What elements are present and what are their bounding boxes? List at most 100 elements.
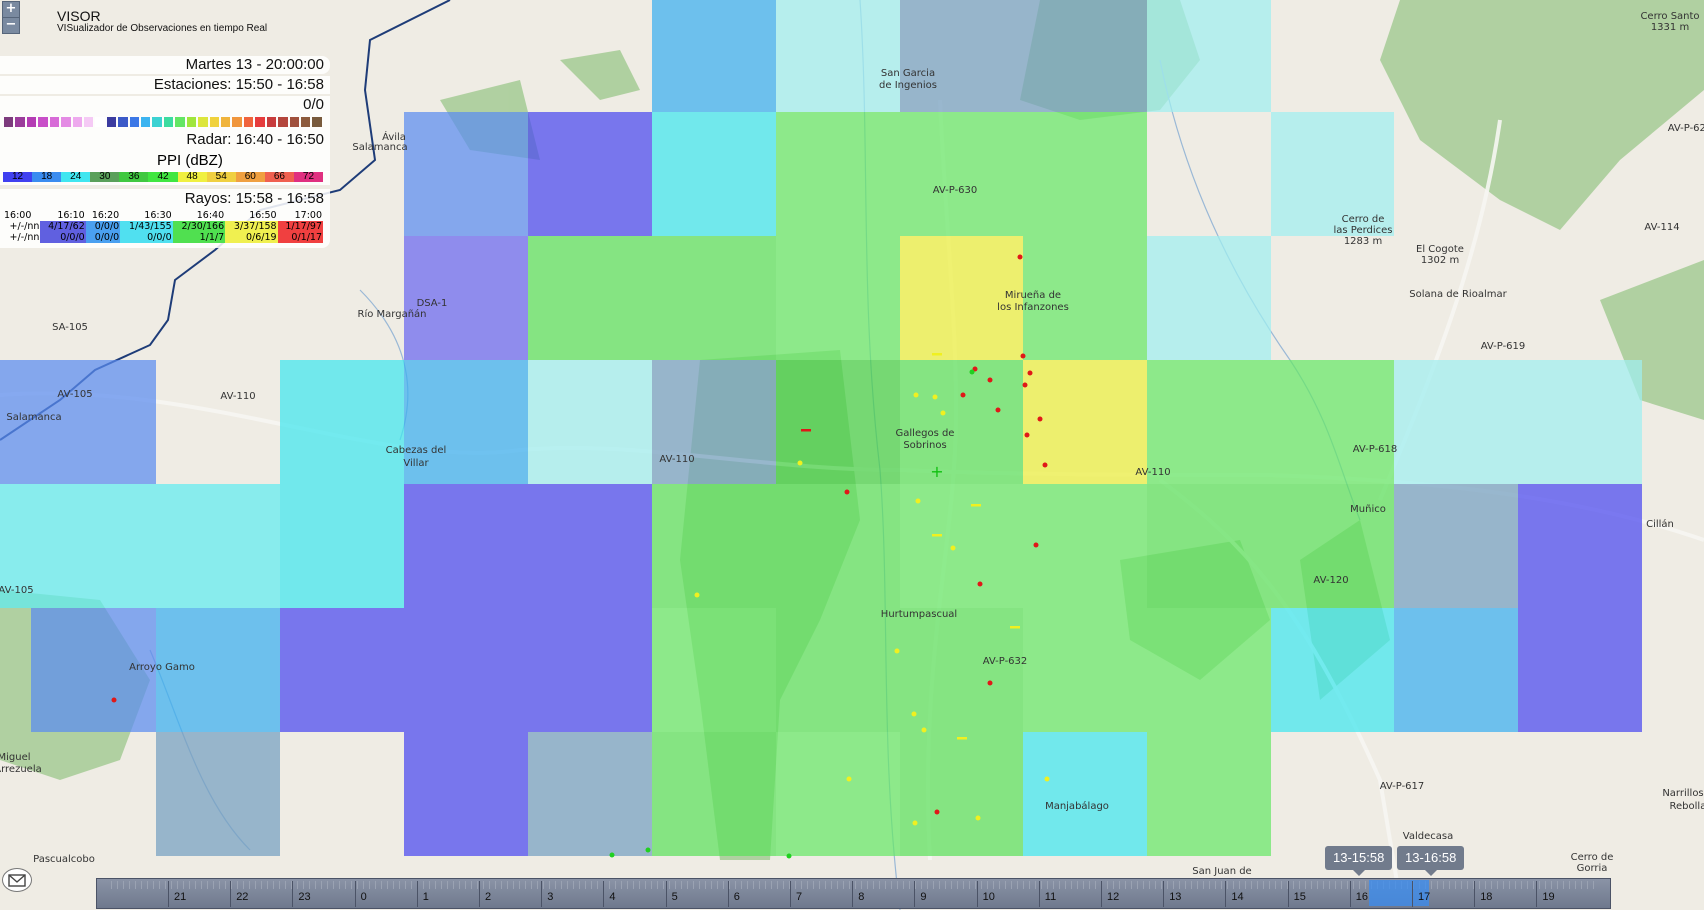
timeline-major-tick	[1474, 881, 1476, 907]
lightning-marker	[940, 410, 946, 416]
map-place-label: AV-P-630	[933, 185, 978, 196]
map-place-label: Gorria	[1577, 863, 1608, 874]
timeline-tick-label: 17	[1418, 891, 1431, 903]
lightning-marker	[950, 545, 956, 551]
lightning-negative-marker	[1010, 626, 1020, 629]
radar-cell	[1147, 236, 1271, 360]
lightning-positive-marker	[969, 369, 975, 375]
radar-cell	[1147, 608, 1271, 732]
station-scale-swatch	[232, 117, 242, 127]
station-scale-swatch	[61, 117, 71, 127]
radar-cell	[1147, 484, 1271, 608]
lightning-positive-marker	[645, 847, 651, 853]
rayos-time-row: 16:00 16:10 16:20 16:30 16:40 16:50 17:0…	[3, 210, 323, 221]
lightning-negative-marker	[1022, 382, 1028, 388]
radar-scale-swatch: 36	[119, 172, 149, 182]
lightning-marker	[797, 460, 803, 466]
radar-cell	[528, 112, 652, 236]
rayos-cell: 1/43/155	[120, 221, 173, 232]
timeline-tick-label: 23	[298, 891, 311, 903]
radar-cell	[528, 608, 652, 732]
map-place-label: de Ingenios	[879, 80, 937, 91]
radar-color-scale: 12 18 24 30 36 42 48 54 60 66 72	[3, 172, 324, 182]
timeline-major-tick	[665, 881, 667, 907]
radar-scale-swatch: 12	[3, 172, 33, 182]
map-place-label: Cillán	[1646, 518, 1674, 530]
stations-label: Estaciones: 15:50 - 16:58	[0, 76, 330, 94]
station-scale-swatch	[221, 117, 231, 127]
radar-cell	[1023, 0, 1147, 112]
lightning-negative-marker	[934, 809, 940, 815]
rayos-cell: 1/17/97	[277, 221, 323, 232]
stations-color-scale	[3, 117, 323, 127]
timeline-major-tick	[1349, 881, 1351, 907]
map-place-label: Gallegos de	[896, 428, 955, 439]
radar-scale-swatch: 72	[293, 172, 324, 182]
timeline-slider[interactable]: 21 22 23 0 1 2 3 4 5 6 7 8 9 10 11 12 13 14 15 16 17 18 19	[96, 878, 1611, 909]
ppi-label: PPI (dBZ)	[157, 152, 223, 169]
station-scale-swatch	[300, 117, 311, 127]
app-title: VISOR	[57, 8, 101, 24]
rayos-time: 16:50	[249, 210, 277, 221]
radar-cell	[404, 608, 528, 732]
radar-cell	[156, 732, 280, 856]
timeline-end-tooltip: 13-16:58	[1397, 846, 1465, 876]
map-place-label: Muñico	[1350, 504, 1386, 515]
rayos-time: 16:20	[91, 210, 120, 221]
map-place-label: SA-105	[52, 322, 88, 333]
lightning-positive-marker	[786, 853, 792, 859]
radar-cell	[776, 112, 900, 236]
map-place-label: Rebollar	[1670, 801, 1704, 812]
lightning-marker	[912, 820, 918, 826]
zoom-out-button[interactable]: −	[2, 17, 20, 34]
radar-cell	[1271, 484, 1394, 608]
lightning-negative-marker	[1033, 542, 1039, 548]
timeline-major-tick	[1225, 881, 1227, 907]
timeline-tick-label: 16	[1355, 891, 1369, 903]
map-place-label: Mirueña de	[1005, 290, 1061, 301]
map-place-label: AV-120	[1313, 575, 1348, 586]
lightning-negative-marker	[957, 737, 967, 740]
map-place-label: AV-110	[1135, 467, 1170, 478]
station-scale-swatch	[26, 117, 37, 127]
timeline-tick-label: 6	[733, 891, 740, 903]
map-place-label: Salamanca	[352, 142, 407, 153]
map-place-label: 1302 m	[1421, 255, 1459, 266]
station-scale-swatch	[141, 117, 151, 127]
lightning-marker	[911, 711, 917, 717]
mail-icon[interactable]	[2, 868, 32, 892]
rayos-table: 16:00 16:10 16:20 16:30 16:40 16:50 17:0…	[3, 210, 323, 243]
lightning-negative-marker	[801, 429, 811, 432]
radar-cell	[1271, 608, 1394, 732]
lightning-marker	[694, 592, 700, 598]
timeline-tick-label: 12	[1107, 891, 1120, 903]
map-place-label: AV-110	[659, 454, 694, 465]
zoom-in-button[interactable]: +	[2, 1, 20, 18]
radar-cell	[1147, 360, 1271, 484]
timeline-tick-label: 7	[796, 891, 803, 903]
rayos-cell: 0/0/0	[85, 232, 121, 243]
station-scale-swatch	[83, 117, 94, 127]
rayos-time: 16:40	[196, 210, 225, 221]
timeline-major-tick	[1101, 881, 1102, 907]
timeline-major-tick	[852, 881, 854, 907]
timeline-tick-label: 8	[858, 891, 865, 903]
radar-cell	[652, 360, 776, 484]
rayos-row-label: +/-/nn	[9, 232, 40, 243]
rayos-time: 16:10	[57, 210, 85, 221]
rayos-label: Rayos: 15:58 - 16:58	[0, 189, 330, 209]
lightning-marker	[975, 815, 981, 821]
map-place-label: San Garcia	[881, 68, 935, 79]
timeline-tick-label: 13	[1169, 891, 1182, 903]
map-place-label: Arrezuela	[0, 764, 42, 775]
radar-scale-swatch: 24	[61, 172, 91, 182]
map-place-label: Cerro de	[1342, 214, 1385, 225]
lightning-negative-marker	[1020, 353, 1026, 359]
radar-cell	[776, 732, 900, 856]
timeline-tick-label: 10	[982, 891, 995, 903]
map-place-label: Salamanca	[6, 412, 61, 423]
radar-cell	[652, 112, 776, 236]
rayos-cell: 0/6/19	[225, 232, 278, 243]
station-scale-swatch	[243, 117, 254, 127]
radar-cell	[1518, 608, 1642, 732]
